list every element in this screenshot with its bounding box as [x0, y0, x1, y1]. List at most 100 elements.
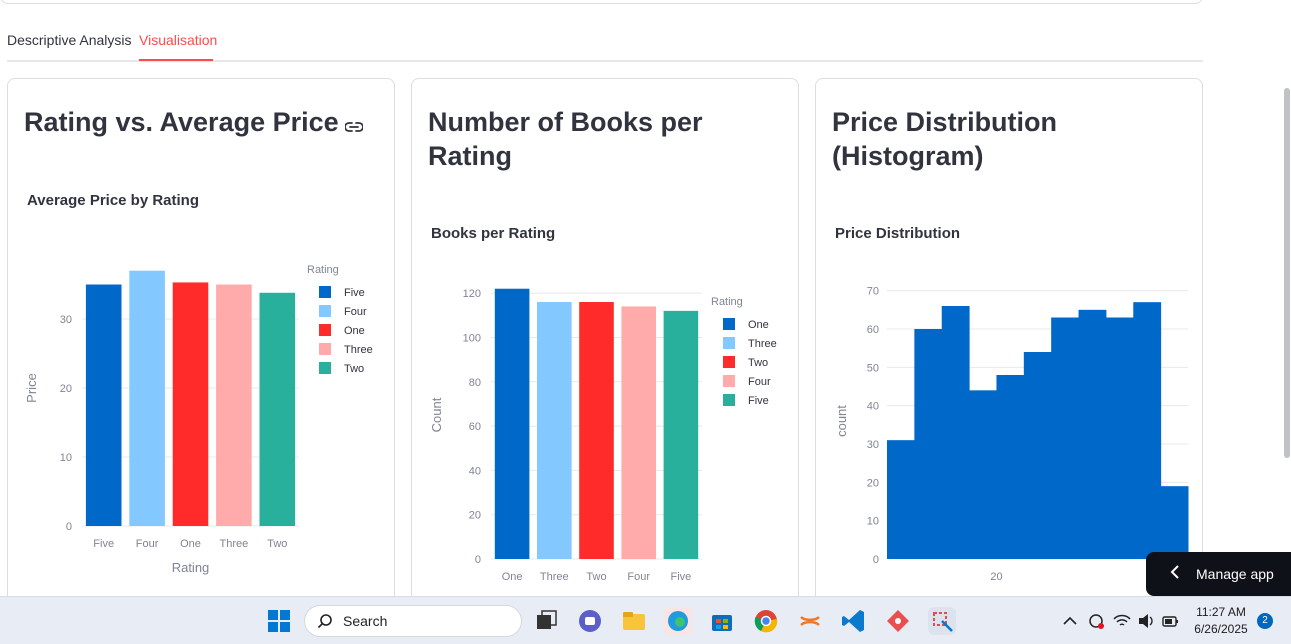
- legend-entry: Five: [748, 395, 769, 407]
- tab-bar: Descriptive Analysis Visualisation: [7, 28, 1203, 62]
- legend-entry: Five: [344, 287, 365, 299]
- x-tick-label: Three: [220, 538, 249, 550]
- y-tick-label: 100: [463, 332, 481, 344]
- top-container: [0, 0, 1203, 4]
- chevron-left-icon: [1170, 564, 1180, 584]
- histogram-bar: [1133, 302, 1162, 559]
- y-tick-label: 30: [867, 439, 879, 451]
- notification-badge[interactable]: 2: [1257, 613, 1273, 629]
- page-scrollbar[interactable]: [1284, 88, 1290, 458]
- x-tick-label: One: [180, 538, 201, 550]
- x-tick-label: Four: [627, 571, 650, 583]
- histogram-bar: [914, 329, 943, 559]
- histogram-bar: [969, 390, 997, 559]
- x-tick-label: Two: [267, 538, 287, 550]
- legend-swatch: [319, 305, 331, 317]
- active-tab-indicator: [139, 59, 213, 61]
- y-axis-label: count: [834, 405, 849, 437]
- x-axis-label: Rating: [172, 560, 210, 575]
- y-tick-label: 0: [66, 521, 72, 533]
- legend-entry: Three: [748, 338, 777, 350]
- chart-average-price-by-rating: 0 10 20 30 Five Four One Three Two Price Rating Rat…: [24, 264, 373, 575]
- search-icon: [317, 614, 332, 629]
- windows-taskbar: Search 11:27 AM 6/26/2025 2: [0, 596, 1291, 644]
- y-axis-label: Price: [24, 373, 39, 403]
- histogram-bar: [1051, 317, 1080, 559]
- snipping-tool-icon[interactable]: [928, 607, 956, 635]
- taskbar-search-input[interactable]: Search: [304, 605, 522, 637]
- git-app-icon[interactable]: [884, 607, 912, 635]
- manage-app-label: Manage app: [1196, 566, 1274, 582]
- legend-entry: Four: [748, 376, 771, 388]
- legend-swatch: [723, 337, 735, 349]
- manage-app-button[interactable]: Manage app: [1146, 552, 1291, 596]
- legend-swatch: [723, 356, 735, 368]
- search-label: Search: [343, 613, 388, 629]
- x-tick-label: One: [502, 571, 523, 583]
- legend-entry: Three: [344, 344, 373, 356]
- bar: [621, 306, 657, 559]
- y-tick-label: 0: [475, 554, 481, 566]
- histogram-bar: [1023, 352, 1052, 559]
- histogram-bar: [1160, 486, 1189, 559]
- y-tick-label: 10: [60, 452, 72, 464]
- histogram-bar: [1078, 309, 1107, 559]
- bar: [259, 292, 296, 526]
- volume-icon[interactable]: [1136, 607, 1156, 635]
- y-tick-label: 80: [469, 377, 481, 389]
- x-tick-label: Five: [93, 538, 114, 550]
- vscode-icon[interactable]: [840, 607, 868, 635]
- jupyter-icon[interactable]: [796, 607, 824, 635]
- wifi-icon[interactable]: [1112, 607, 1132, 635]
- y-axis-label: Count: [429, 397, 444, 432]
- bar: [172, 282, 209, 526]
- chart-price-distribution: 0102030405060702040count: [834, 286, 1189, 583]
- legend-swatch: [319, 343, 331, 355]
- y-tick-label: 10: [867, 516, 879, 528]
- legend-swatch: [319, 286, 331, 298]
- legend-entry: Four: [344, 306, 367, 318]
- card-price-distribution: Price Distribution (Histogram) Price Dist…: [815, 78, 1203, 618]
- clock-time[interactable]: 11:27 AM: [1188, 605, 1254, 619]
- y-tick-label: 0: [873, 554, 879, 566]
- teams-chat-icon[interactable]: [576, 607, 604, 635]
- legend-entry: One: [344, 325, 365, 337]
- legend-title: Rating: [307, 264, 339, 276]
- x-tick-label: Five: [671, 571, 692, 583]
- y-tick-label: 20: [60, 383, 72, 395]
- y-tick-label: 70: [867, 286, 879, 298]
- windows-start-icon[interactable]: [265, 607, 293, 635]
- card-rating-vs-price: Rating vs. Average Price Average Price b…: [7, 78, 395, 618]
- legend-swatch: [723, 318, 735, 330]
- task-view-icon[interactable]: [532, 607, 560, 635]
- chrome-icon[interactable]: [752, 607, 780, 635]
- bar: [129, 270, 165, 526]
- x-tick-label: Three: [540, 571, 569, 583]
- y-tick-label: 20: [469, 510, 481, 522]
- clock-date[interactable]: 6/26/2025: [1188, 622, 1254, 636]
- chart-books-per-rating: 0 20 40 60 80 100 120 One Three Two Four Five Count R…: [429, 288, 777, 583]
- tab-visualisation[interactable]: Visualisation: [139, 32, 217, 48]
- microsoft-store-icon[interactable]: [708, 607, 736, 635]
- x-tick-label: Four: [136, 538, 159, 550]
- bar: [216, 284, 252, 526]
- y-tick-label: 40: [867, 401, 879, 413]
- y-tick-label: 50: [867, 362, 879, 374]
- tab-descriptive-analysis[interactable]: Descriptive Analysis: [7, 32, 132, 48]
- y-tick-label: 20: [867, 477, 879, 489]
- file-explorer-icon[interactable]: [620, 607, 648, 635]
- edge-browser-icon[interactable]: [664, 607, 692, 635]
- sync-icon[interactable]: [1086, 607, 1106, 635]
- histogram-bar: [887, 440, 915, 559]
- bar: [536, 302, 572, 559]
- y-tick-label: 120: [463, 288, 481, 300]
- bar: [85, 284, 122, 526]
- legend-swatch: [319, 362, 331, 374]
- histogram-bar: [1105, 317, 1134, 559]
- x-tick-label: 20: [990, 571, 1002, 583]
- bar: [663, 310, 699, 559]
- card-books-per-rating: Number of Books per Rating Books per Rati…: [411, 78, 799, 618]
- y-tick-label: 60: [867, 324, 879, 336]
- chevron-up-icon[interactable]: [1060, 607, 1080, 635]
- battery-icon[interactable]: [1160, 607, 1180, 635]
